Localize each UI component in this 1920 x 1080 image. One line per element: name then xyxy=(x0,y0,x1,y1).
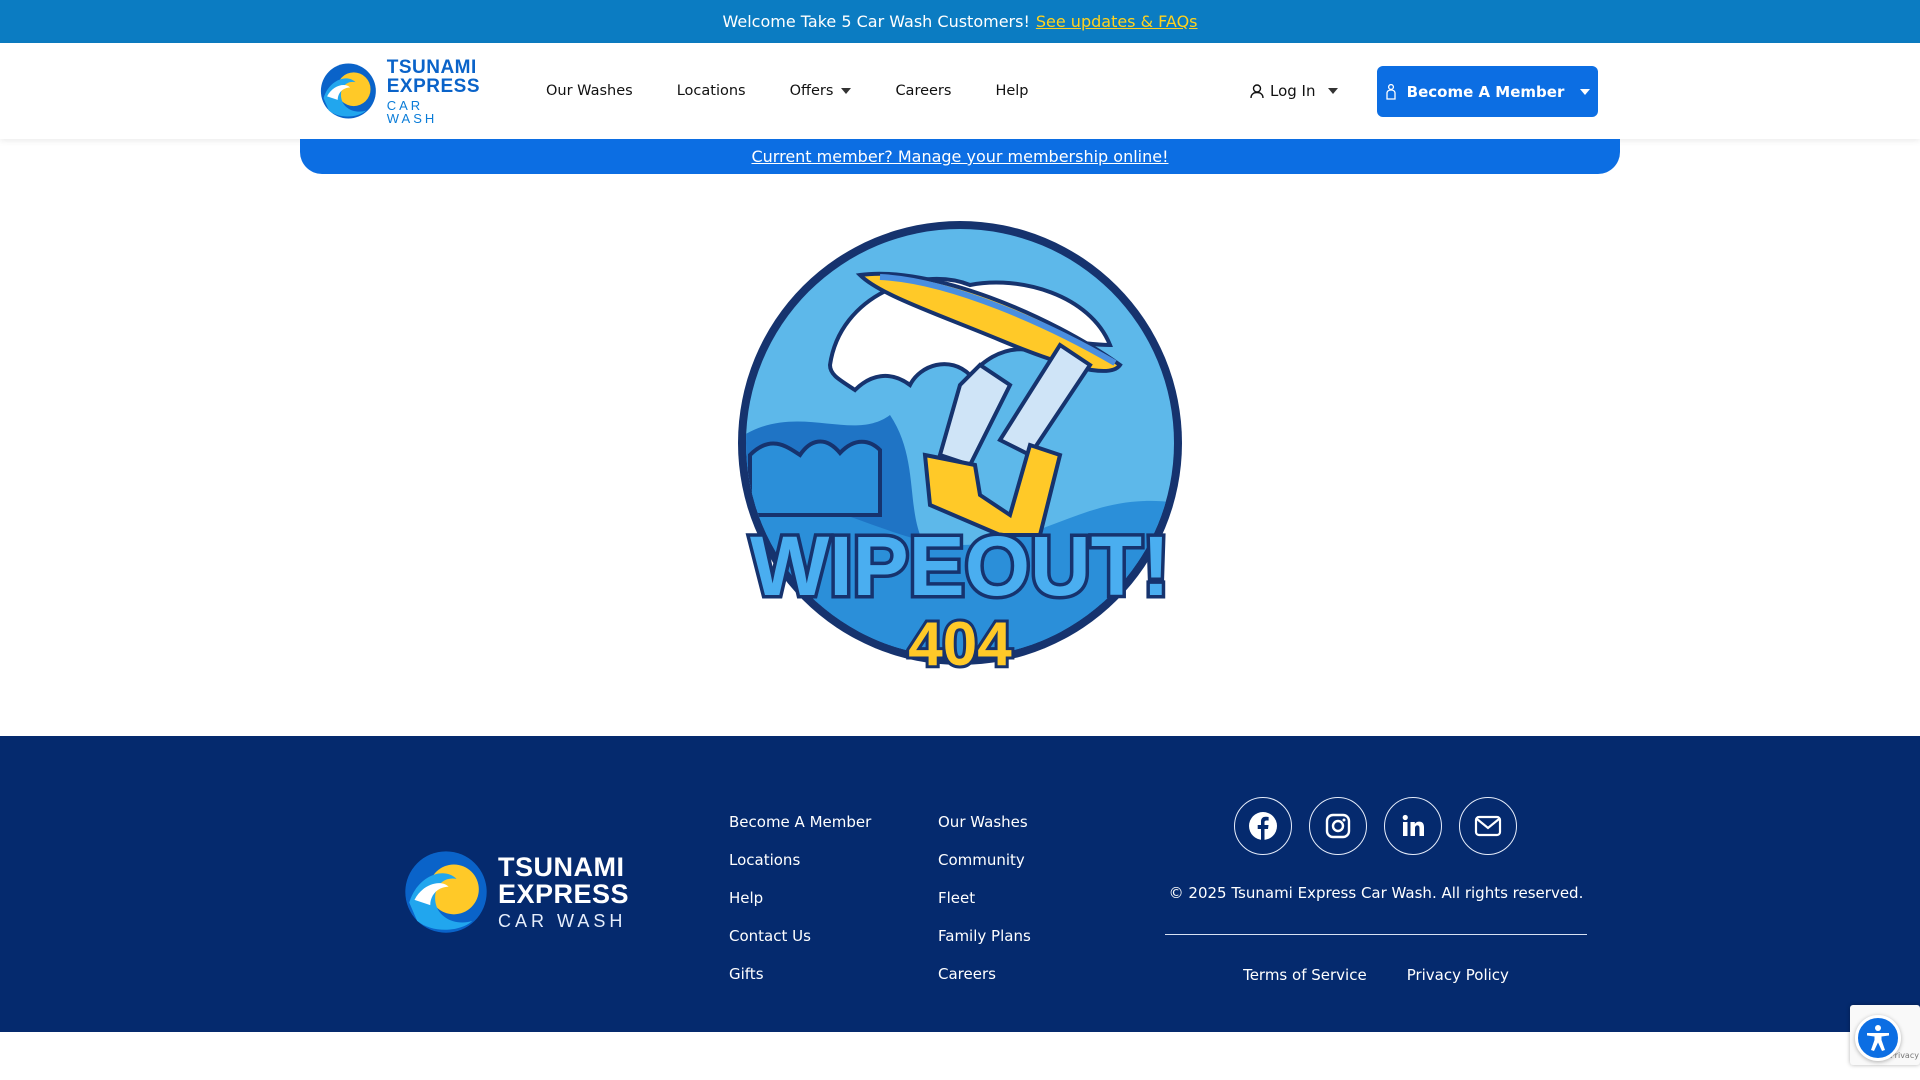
nav-label: Offers xyxy=(789,83,834,99)
wipeout-title: WIPEOUT! xyxy=(750,519,1170,613)
announcement-bar: Welcome Take 5 Car Wash Customers! See u… xyxy=(0,0,1920,43)
nav-label: Locations xyxy=(676,83,746,99)
nav-offers[interactable]: Offers xyxy=(790,83,852,99)
announcement-link[interactable]: See updates & FAQs xyxy=(1036,12,1198,31)
facebook-link[interactable] xyxy=(1234,797,1292,855)
footer-divider xyxy=(1165,934,1587,935)
footer-links-col-2: Our Washes Community Fleet Family Plans … xyxy=(938,813,1031,984)
main-nav: Our Washes Locations Offers Careers Help xyxy=(546,43,1029,139)
chevron-down-icon xyxy=(841,88,852,94)
brand-line-1: TSUNAMI xyxy=(386,56,477,78)
footer-brand-line-2: EXPRESS xyxy=(498,879,630,909)
wipeout-badge-icon: WIPEOUT! 404 xyxy=(738,221,1182,682)
footer-link-community[interactable]: Community xyxy=(938,851,1031,870)
legal-links: Terms of Service Privacy Policy xyxy=(1165,966,1587,984)
privacy-link[interactable]: Privacy Policy xyxy=(1407,966,1509,984)
footer-brand-line-3: CAR WASH xyxy=(498,911,627,931)
header-logo[interactable]: TSUNAMI EXPRESS CAR WASH xyxy=(320,57,480,125)
footer-link-careers[interactable]: Careers xyxy=(938,965,1031,984)
footer-link-family-plans[interactable]: Family Plans xyxy=(938,927,1031,946)
nav-label: Our Washes xyxy=(546,83,633,99)
footer-link-contact-us[interactable]: Contact Us xyxy=(729,927,871,946)
footer-links-col-1: Become A Member Locations Help Contact U… xyxy=(729,813,871,984)
linkedin-icon xyxy=(1402,814,1424,836)
nav-help[interactable]: Help xyxy=(995,83,1028,99)
footer-link-help[interactable]: Help xyxy=(729,889,871,908)
footer-link-locations[interactable]: Locations xyxy=(729,851,871,870)
become-member-label: Become A Member xyxy=(1406,82,1565,101)
footer-link-gifts[interactable]: Gifts xyxy=(729,965,871,984)
footer-link-become-member[interactable]: Become A Member xyxy=(729,813,871,832)
member-bar: Current member? Manage your membership o… xyxy=(300,139,1620,174)
facebook-icon xyxy=(1249,812,1277,840)
chevron-down-icon xyxy=(1327,88,1338,94)
accessibility-button[interactable] xyxy=(1855,1015,1901,1061)
member-person-icon xyxy=(1385,83,1396,100)
become-member-button[interactable]: Become A Member xyxy=(1377,66,1598,117)
wave-logo-icon xyxy=(320,63,376,119)
nav-locations[interactable]: Locations xyxy=(677,83,746,99)
footer-link-fleet[interactable]: Fleet xyxy=(938,889,1031,908)
user-icon xyxy=(1250,83,1264,98)
terms-link[interactable]: Terms of Service xyxy=(1243,966,1367,984)
nav-careers[interactable]: Careers xyxy=(895,83,951,99)
chevron-down-icon xyxy=(1580,88,1591,95)
instagram-icon xyxy=(1325,813,1351,839)
instagram-link[interactable] xyxy=(1309,797,1367,855)
site-header: TSUNAMI EXPRESS CAR WASH Our Washes Loca… xyxy=(0,43,1920,139)
accessibility-icon xyxy=(1867,1025,1889,1051)
wave-logo-icon xyxy=(405,851,487,933)
footer-brand-line-1: TSUNAMI xyxy=(498,852,625,882)
copyright-text: © 2025 Tsunami Express Car Wash. All rig… xyxy=(1168,884,1584,902)
login-label: Log In xyxy=(1270,82,1316,100)
manage-membership-link[interactable]: Current member? Manage your membership o… xyxy=(751,147,1168,166)
nav-label: Help xyxy=(995,83,1029,99)
error-code: 404 xyxy=(908,610,1012,679)
site-footer: TSUNAMI EXPRESS CAR WASH Become A Member… xyxy=(0,736,1920,1032)
footer-link-our-washes[interactable]: Our Washes xyxy=(938,813,1031,832)
announcement-text: Welcome Take 5 Car Wash Customers! xyxy=(722,12,1030,31)
nav-label: Careers xyxy=(895,83,952,99)
login-menu[interactable]: Log In xyxy=(1250,43,1338,139)
nav-our-washes[interactable]: Our Washes xyxy=(546,83,633,99)
brand-line-3: CAR WASH xyxy=(386,97,438,126)
linkedin-link[interactable] xyxy=(1384,797,1442,855)
footer-logo[interactable]: TSUNAMI EXPRESS CAR WASH xyxy=(404,850,629,934)
social-links xyxy=(1234,797,1517,855)
brand-line-2: EXPRESS xyxy=(386,75,480,97)
mail-icon xyxy=(1474,815,1502,837)
wipeout-404-illustration: WIPEOUT! 404 xyxy=(730,215,1190,685)
email-link[interactable] xyxy=(1459,797,1517,855)
